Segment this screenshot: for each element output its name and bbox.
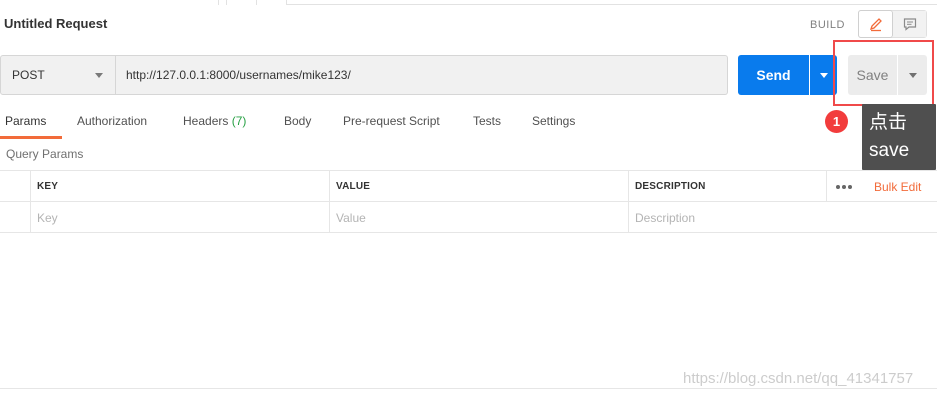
- tab-label: Tests: [473, 114, 502, 128]
- tab-strip-border: [286, 4, 937, 5]
- key-column-header: KEY: [30, 171, 330, 202]
- active-tab-indicator: [0, 136, 62, 139]
- tab-label: Pre-request Script: [343, 114, 440, 128]
- tab-headers[interactable]: Headers (7): [183, 114, 246, 128]
- tab-authorization[interactable]: Authorization: [77, 114, 147, 128]
- tab-label: Settings: [532, 114, 576, 128]
- tab-divider: [218, 0, 219, 5]
- annotation-tooltip: 点击 save: [862, 104, 936, 170]
- description-column-header: DESCRIPTION: [628, 171, 827, 202]
- comments-mode-button[interactable]: [893, 11, 926, 37]
- build-mode-button[interactable]: [858, 10, 893, 38]
- chevron-down-icon: [95, 73, 103, 78]
- tab-body[interactable]: Body: [284, 114, 311, 128]
- method-select[interactable]: POST: [0, 55, 116, 95]
- description-field[interactable]: Description: [628, 202, 937, 233]
- save-highlight-annotation: [833, 40, 934, 106]
- tab-divider: [226, 0, 227, 5]
- request-title[interactable]: Untitled Request: [4, 16, 107, 31]
- watermark: https://blog.csdn.net/qq_41341757: [683, 370, 914, 387]
- query-params-table: KEY VALUE DESCRIPTION Bulk Edit Key Valu…: [0, 170, 937, 233]
- tab-tests[interactable]: Tests: [473, 114, 501, 128]
- tab-label: Params: [5, 114, 47, 128]
- headers-count: (7): [231, 114, 247, 128]
- tab-params[interactable]: Params: [5, 114, 46, 128]
- query-params-title: Query Params: [6, 147, 84, 161]
- table-header-row: KEY VALUE DESCRIPTION Bulk Edit: [0, 171, 937, 202]
- tab-settings[interactable]: Settings: [532, 114, 575, 128]
- step-number-badge: 1: [825, 110, 848, 133]
- tab-label: Authorization: [77, 114, 148, 128]
- key-placeholder: Key: [37, 210, 58, 225]
- tooltip-line: 点击: [869, 112, 908, 133]
- send-button[interactable]: Send: [738, 55, 809, 95]
- url-input[interactable]: [116, 55, 728, 95]
- more-options-icon[interactable]: [836, 171, 852, 202]
- tab-pre-request-script[interactable]: Pre-request Script: [343, 114, 440, 128]
- value-column-header: VALUE: [329, 171, 629, 202]
- chevron-down-icon: [819, 72, 828, 78]
- open-tabs-strip: [0, 0, 937, 6]
- column-header-label: VALUE: [336, 181, 371, 192]
- tab-label: Body: [284, 114, 312, 128]
- pencil-icon: [869, 18, 882, 32]
- value-field[interactable]: Value: [329, 202, 629, 233]
- mode-toggle: [858, 10, 927, 38]
- tooltip-line: save: [869, 140, 910, 161]
- build-mode-label: BUILD: [810, 19, 845, 31]
- panel-divider: [0, 388, 937, 389]
- bulk-edit-link[interactable]: Bulk Edit: [874, 171, 921, 202]
- key-field[interactable]: Key: [30, 202, 330, 233]
- tab-divider: [256, 0, 257, 5]
- column-header-label: DESCRIPTION: [635, 181, 706, 192]
- method-value: POST: [12, 68, 45, 82]
- request-tabs: Params Authorization Headers (7) Body Pr…: [0, 110, 820, 139]
- comment-icon: [903, 18, 916, 31]
- tab-label: Headers: [183, 114, 229, 128]
- description-placeholder: Description: [635, 210, 696, 225]
- column-header-label: KEY: [37, 181, 59, 192]
- table-row: Key Value Description: [0, 202, 937, 233]
- value-placeholder: Value: [336, 210, 366, 225]
